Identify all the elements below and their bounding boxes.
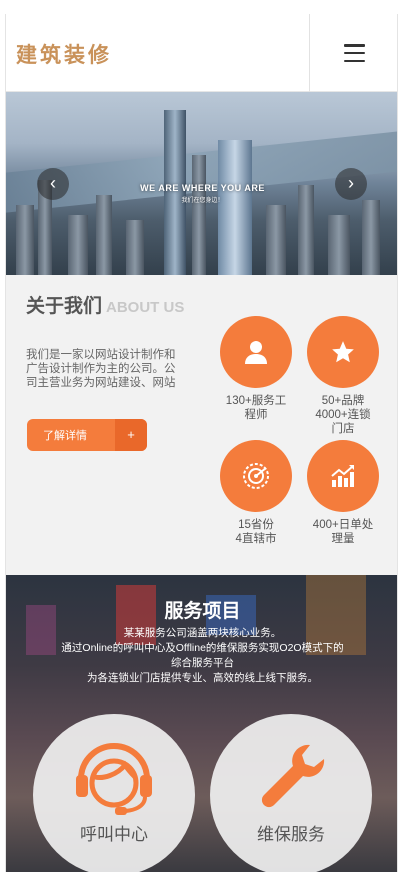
stat-text: 400+日单处 理量 [312,519,374,545]
chevron-left-icon: ‹ [50,173,56,193]
banner-building [16,205,34,275]
wrench-icon [210,739,372,817]
person-icon [220,316,292,388]
service-label: 呼叫中心 [80,825,148,844]
headset-icon [33,739,195,817]
stat-item: 130+服务工 程师 [213,316,299,422]
stat-text: 130+服务工 程师 [225,395,287,421]
chart-up-icon [307,440,379,512]
banner-building [266,205,286,275]
menu-button[interactable] [309,14,397,92]
about-title: 关于我们 [26,296,103,317]
chevron-right-icon: › [348,173,354,193]
learn-more-label: 了解详情 [43,430,87,442]
service-label: 维保服务 [257,825,325,844]
hamburger-icon [344,44,365,62]
banner-subline: 我们在您身边！ [181,198,224,204]
learn-more-button[interactable]: 了解详情 + [27,419,147,451]
about-title-en: ABOUT US [106,299,185,316]
stat-item: 15省份 4直辖市 [213,440,299,546]
service-call-center[interactable]: 呼叫中心 [33,714,195,872]
banner-building [328,215,350,275]
page: 建筑装修 WE ARE WHERE YOU ARE 我们在您身边！ ‹ › 关于… [5,14,398,872]
services-title: 服务项目 [164,601,241,622]
prev-arrow-button[interactable]: ‹ [37,168,69,200]
about-description: 我们是一家以网站设计制作和广告设计制作为主的公司。公司主营业务为网站建设、网站 [26,349,176,389]
about-heading: 关于我们 ABOUT US [26,297,191,318]
banner-tower [218,140,252,275]
stat-item: 50+品牌 4000+连锁 门店 [300,316,386,436]
banner-tower [192,155,206,275]
banner-building [96,195,112,275]
radar-icon [220,440,292,512]
stat-text: 15省份 4直辖市 [235,519,277,545]
next-arrow-button[interactable]: › [335,168,367,200]
services-description: 某某服务公司涵盖两块核心业务。 通过Online的呼叫中心及Offline的维保… [61,627,344,684]
star-icon [307,316,379,388]
banner-building [126,220,144,275]
stat-text: 50+品牌 4000+连锁 门店 [315,395,371,435]
banner-building [362,200,380,275]
logo[interactable]: 建筑装修 [16,39,112,69]
plus-icon: + [115,419,147,451]
service-maintenance[interactable]: 维保服务 [210,714,372,872]
banner-building [68,215,88,275]
stat-item: 400+日单处 理量 [300,440,386,546]
header: 建筑装修 [6,14,397,92]
